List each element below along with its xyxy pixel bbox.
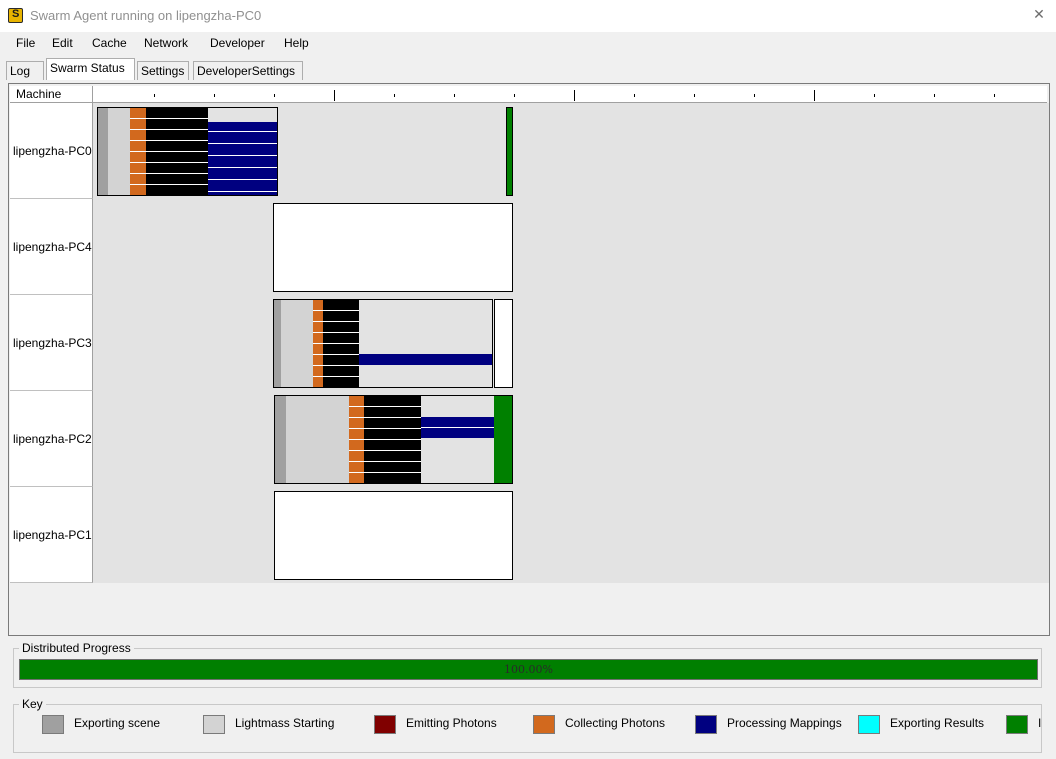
timeline-tick (934, 94, 935, 97)
window-title: Swarm Agent running on lipengzha-PC0 (30, 8, 262, 23)
key-label: Lightmass Starting (235, 716, 335, 730)
swatch-emitting-photons (374, 715, 396, 734)
segment-complete (494, 396, 512, 483)
timeline-tick-major (334, 90, 335, 101)
timeline-tick (874, 94, 875, 97)
segment-collecting-photons (130, 108, 146, 195)
timeline-tick (754, 94, 755, 97)
tab-developer-settings[interactable]: DeveloperSettings (193, 61, 303, 80)
swatch-processing-mappings (695, 715, 717, 734)
segment-exporting-scene (274, 300, 281, 387)
swarm-timeline (93, 103, 1049, 583)
menu-network[interactable]: Network (144, 36, 188, 50)
timeline-tick-major (574, 90, 575, 101)
menu-developer[interactable]: Developer (210, 36, 265, 50)
job-block-pc0-complete[interactable] (506, 107, 513, 196)
swarm-app-icon (8, 8, 23, 23)
timeline-tick (634, 94, 635, 97)
distributed-progress-label: Distributed Progress (19, 641, 134, 655)
distributed-progress-group: Distributed Progress 100.00% (13, 641, 1042, 688)
timeline-tick (694, 94, 695, 97)
key-label: Emitting Photons (406, 716, 497, 730)
segment-exporting-scene (275, 396, 286, 483)
close-button[interactable]: ✕ (1030, 5, 1048, 23)
timeline-tick (154, 94, 155, 97)
swatch-complete (1006, 715, 1028, 734)
key-label: Exporting Results (890, 716, 985, 730)
timeline-tick (994, 94, 995, 97)
machine-name: lipengzha-PC1 (10, 487, 93, 583)
segment-lightmass-starting (286, 396, 349, 483)
tab-log[interactable]: Log (6, 61, 44, 80)
job-block-pc2[interactable] (274, 395, 513, 484)
segment-lightmass-starting (281, 300, 313, 387)
segment-gap (208, 108, 277, 122)
segment-black-band (364, 396, 421, 483)
timeline-tick-major (814, 90, 815, 101)
job-block-pc1[interactable] (274, 491, 513, 580)
progress-percent: 100.00% (504, 663, 553, 676)
segment-exporting-scene (98, 108, 108, 195)
swatch-collecting-photons (533, 715, 555, 734)
menu-bar: File Edit Cache Network Developer Help (0, 32, 1056, 54)
key-label: I (1038, 716, 1042, 730)
key-group-label: Key (19, 697, 46, 711)
title-bar: Swarm Agent running on lipengzha-PC0 ✕ (0, 0, 1056, 32)
machine-name: lipengzha-PC4 (10, 199, 93, 295)
job-block-pc4[interactable] (273, 203, 513, 292)
segment-collecting-photons (313, 300, 323, 387)
key-label: Collecting Photons (565, 716, 666, 730)
job-block-pc0[interactable] (97, 107, 278, 196)
segment-processing-mappings (359, 354, 492, 365)
machine-name: lipengzha-PC0 (10, 103, 93, 199)
key-label: Processing Mappings (727, 716, 842, 730)
segment-processing-mappings (421, 417, 494, 438)
segment-collecting-photons (349, 396, 364, 483)
timeline-tick (454, 94, 455, 97)
swatch-exporting-results (858, 715, 880, 734)
key-label: Exporting scene (74, 716, 161, 730)
timeline-tick (394, 94, 395, 97)
tab-swarm-status[interactable]: Swarm Status (46, 58, 135, 80)
distributed-progress-bar: 100.00% (19, 659, 1038, 680)
machine-column-header: Machine (10, 86, 93, 102)
job-block-pc3[interactable] (273, 299, 493, 388)
tab-bar: Log Swarm Status Settings DeveloperSetti… (0, 58, 1056, 80)
machine-name: lipengzha-PC2 (10, 391, 93, 487)
segment-black-band (146, 108, 208, 195)
timeline-tick (214, 94, 215, 97)
machine-name: lipengzha-PC3 (10, 295, 93, 391)
job-block-pc3-idle[interactable] (494, 299, 513, 388)
menu-edit[interactable]: Edit (52, 36, 73, 50)
segment-black-band (323, 300, 359, 387)
menu-help[interactable]: Help (284, 36, 309, 50)
swatch-exporting-scene (42, 715, 64, 734)
swatch-lightmass-starting (203, 715, 225, 734)
segment-lightmass-starting (108, 108, 130, 195)
timeline-header: Machine (10, 86, 1047, 103)
menu-file[interactable]: File (16, 36, 35, 50)
menu-cache[interactable]: Cache (92, 36, 127, 50)
timeline-tick (514, 94, 515, 97)
timeline-tick (274, 94, 275, 97)
tab-settings[interactable]: Settings (137, 61, 189, 80)
key-legend: Exporting scene Lightmass Starting Emitt… (13, 704, 1042, 753)
swarm-status-panel: Machine lipengzha-PC0 lipengzha-PC4 lipe… (8, 83, 1050, 636)
